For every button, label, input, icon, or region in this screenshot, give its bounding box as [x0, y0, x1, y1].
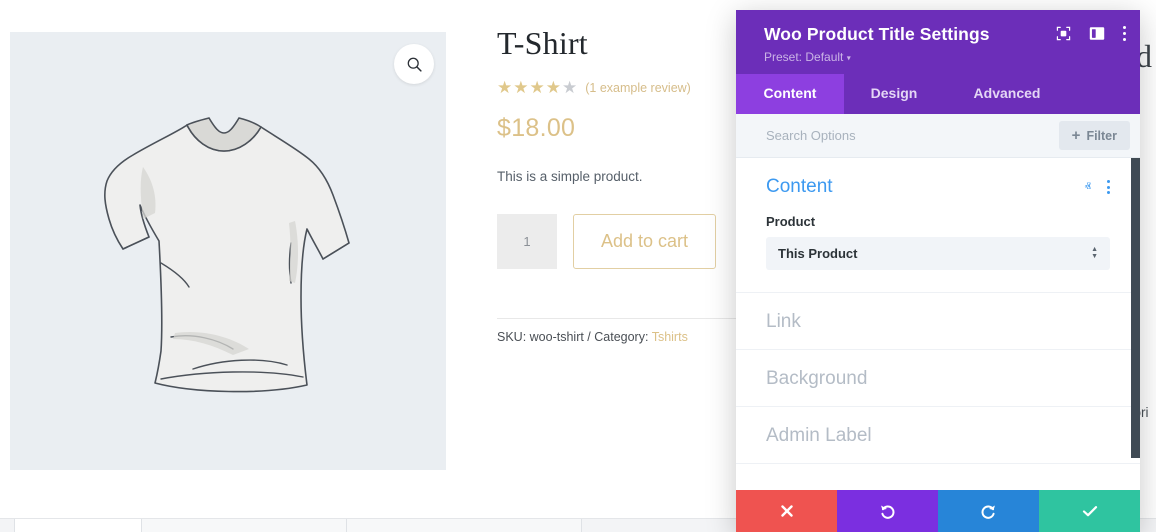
chevron-down-icon: ▾ [847, 53, 851, 62]
search-icon [406, 56, 423, 73]
checkmark-icon [1082, 504, 1098, 518]
bottom-bar-cell [347, 519, 582, 532]
section-title: Admin Label [766, 425, 872, 447]
redo-button[interactable] [938, 490, 1039, 532]
add-filter-button[interactable]: + Filter [1059, 121, 1130, 150]
star-filled: ★ [546, 78, 562, 97]
tab-design[interactable]: Design [844, 74, 944, 114]
section-background: Background ⱟ [736, 350, 1140, 407]
tab-advanced[interactable]: Advanced [944, 74, 1070, 114]
undo-icon [879, 503, 896, 520]
section-tools: ⱏ [1085, 179, 1110, 195]
scrollbar-thumb[interactable] [1131, 158, 1140, 458]
product-image-container [10, 32, 446, 470]
modal-tabs: Content Design Advanced [736, 74, 1140, 114]
undo-button[interactable] [837, 490, 938, 532]
product-meta: SKU: woo-tshirt / Category: Tshirts [497, 330, 688, 344]
options-search-bar: Search Options + Filter [736, 114, 1140, 158]
modal-scrollbar[interactable] [1131, 158, 1140, 490]
focus-target-icon[interactable] [1056, 26, 1071, 41]
star-rating: ★★★★★ [497, 79, 578, 96]
screen: T-Shirt ★★★★★ (1 example review) $18.00 … [0, 0, 1156, 532]
plus-icon: + [1072, 128, 1081, 143]
cancel-button[interactable] [736, 490, 837, 532]
search-input[interactable]: Search Options [766, 128, 856, 143]
star-filled: ★ [497, 78, 513, 97]
section-title: Background [766, 368, 867, 390]
divider [497, 318, 755, 319]
product-image [10, 32, 446, 470]
section-admin-label: Admin Label ⱟ [736, 407, 1140, 464]
redo-icon [980, 503, 997, 520]
review-count-link[interactable]: (1 example review) [585, 81, 691, 95]
product-field-label: Product [766, 214, 1110, 229]
section-link-header[interactable]: Link ⱟ [736, 293, 1140, 349]
tab-content[interactable]: Content [736, 74, 844, 114]
section-link: Link ⱟ [736, 293, 1140, 350]
modal-header: Woo Product Title Settings Preset: Defau… [736, 10, 1140, 74]
chevron-up-icon[interactable]: ⱏ [1085, 179, 1091, 195]
bottom-bar-cell [14, 519, 142, 532]
settings-modal: Woo Product Title Settings Preset: Defau… [736, 10, 1140, 532]
modal-footer [736, 490, 1140, 532]
quantity-input[interactable] [497, 214, 557, 269]
section-content: Content ⱏ Product This Product ▲▼ [736, 158, 1140, 293]
product-select-value: This Product [778, 246, 857, 261]
section-content-header[interactable]: Content ⱏ [736, 158, 1140, 214]
product-select[interactable]: This Product ▲▼ [766, 237, 1110, 270]
category-link[interactable]: Tshirts [652, 330, 688, 344]
sku-text: SKU: woo-tshirt / Category: [497, 330, 648, 344]
modal-body: Content ⱏ Product This Product ▲▼ [736, 158, 1140, 490]
section-more-options-icon[interactable] [1107, 180, 1110, 194]
section-admin-label-header[interactable]: Admin Label ⱟ [736, 407, 1140, 463]
star-empty: ★ [562, 78, 578, 97]
modal-header-actions [1056, 26, 1126, 41]
preset-selector[interactable]: Preset: Default ▾ [764, 50, 1124, 64]
close-icon [780, 504, 794, 518]
star-filled: ★ [513, 78, 529, 97]
image-zoom-button[interactable] [394, 44, 434, 84]
save-button[interactable] [1039, 490, 1140, 532]
layout-panel-icon[interactable] [1089, 26, 1105, 41]
chevron-updown-icon: ▲▼ [1091, 247, 1098, 260]
section-background-header[interactable]: Background ⱟ [736, 350, 1140, 406]
add-to-cart-button[interactable]: Add to cart [573, 214, 716, 269]
more-options-icon[interactable] [1123, 26, 1126, 41]
star-filled: ★ [530, 78, 546, 97]
section-title: Link [766, 311, 801, 333]
preset-label: Preset: Default [764, 50, 843, 64]
section-content-body: Product This Product ▲▼ [736, 214, 1140, 292]
filter-label: Filter [1086, 129, 1117, 143]
bottom-bar-cell [142, 519, 347, 532]
section-title: Content [766, 176, 833, 198]
